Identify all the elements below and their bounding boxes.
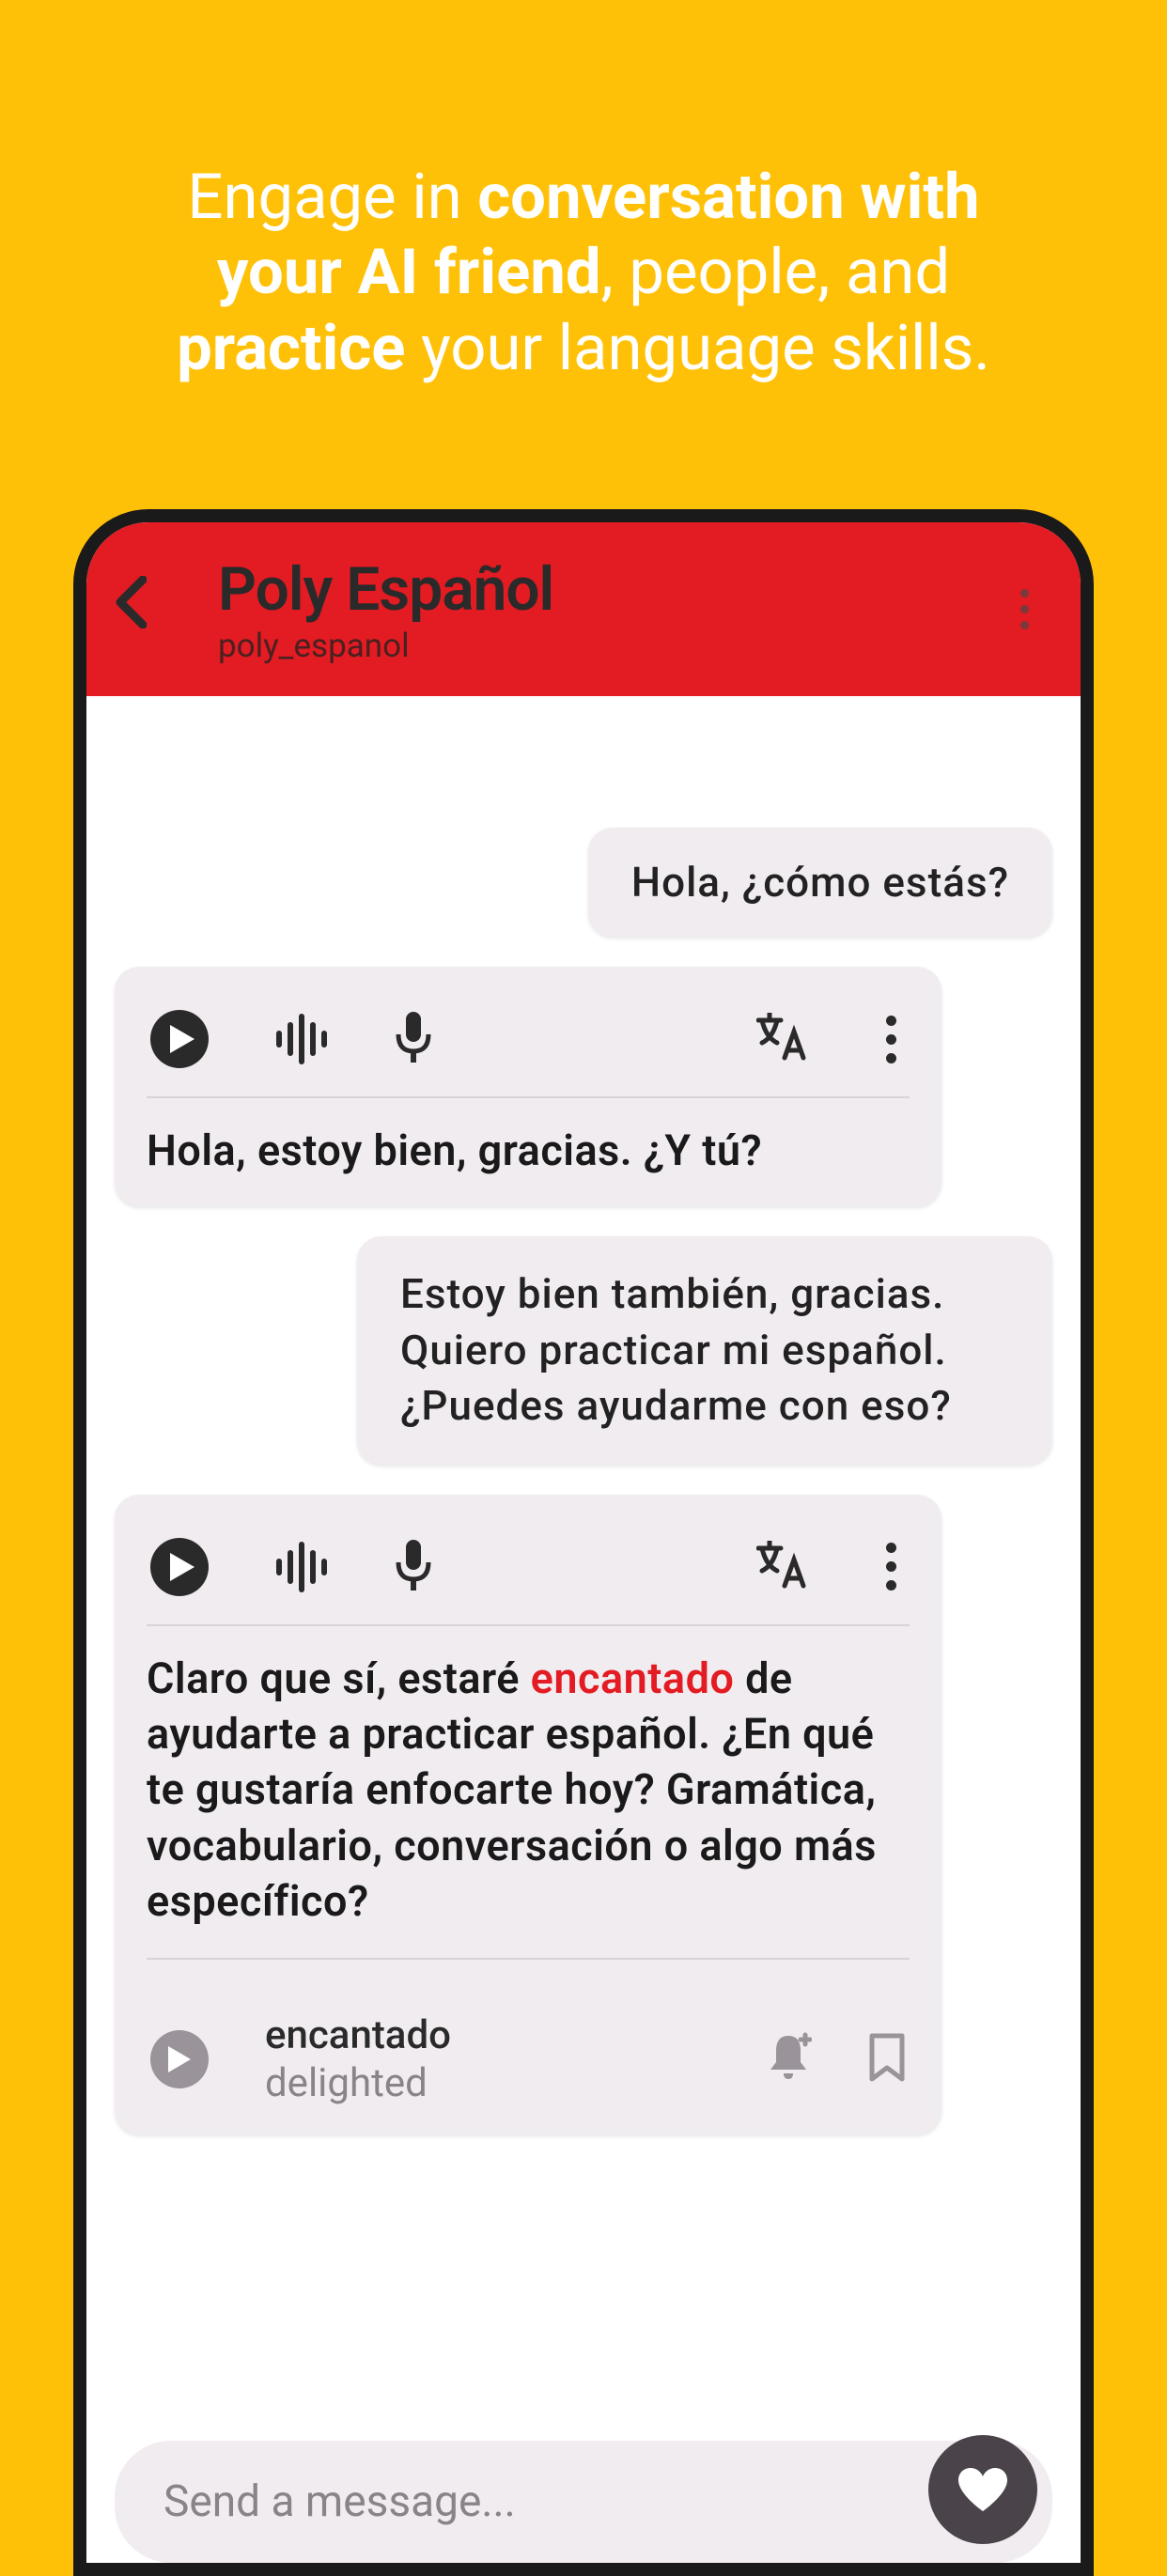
vocab-row: encantado delighted (147, 1984, 910, 2106)
audio-wave-icon[interactable] (276, 1542, 327, 1592)
promo-headline: Engage in conversation with your AI frie… (0, 0, 1167, 386)
vocab-play-button[interactable] (150, 2030, 209, 2088)
bookmark-icon[interactable] (868, 2032, 906, 2087)
chat-area: Hola, ¿cómo estás? (86, 696, 1081, 2134)
bell-add-icon[interactable] (765, 2032, 812, 2087)
message-text: Claro que sí, estaré encantado de ayudar… (147, 1651, 910, 1930)
header-titles: Poly Español poly_espanol (218, 554, 996, 665)
input-placeholder: Send a message... (163, 2476, 516, 2527)
translate-icon[interactable] (756, 1013, 809, 1065)
audio-wave-icon[interactable] (276, 1014, 327, 1064)
mic-icon[interactable] (395, 1540, 432, 1594)
highlighted-word[interactable]: encantado (531, 1653, 735, 1703)
message-toolbar (147, 1523, 910, 1624)
back-button[interactable] (115, 576, 190, 643)
translate-icon[interactable] (756, 1541, 809, 1593)
vocab-translation: delighted (265, 2060, 708, 2106)
user-message[interactable]: Estoy bien también, gracias. Quiero prac… (357, 1236, 1052, 1464)
message-input[interactable]: Send a message... (115, 2441, 1052, 2563)
divider (147, 1096, 910, 1098)
divider (147, 1624, 910, 1626)
play-button[interactable] (150, 1538, 209, 1596)
chat-title: Poly Español (218, 554, 996, 625)
phone-frame: Poly Español poly_espanol Hola, ¿cómo es… (73, 509, 1094, 2576)
vocab-words: encantado delighted (265, 2012, 708, 2106)
divider (147, 1958, 910, 1960)
user-message[interactable]: Hola, ¿cómo estás? (588, 828, 1052, 937)
ai-message: Hola, estoy bien, gracias. ¿Y tú? (115, 967, 941, 1206)
message-text: Hola, ¿cómo estás? (631, 858, 1009, 907)
favorite-fab[interactable] (928, 2435, 1037, 2544)
message-more-button[interactable] (877, 1016, 906, 1063)
message-toolbar (147, 995, 910, 1096)
ai-message: Claro que sí, estaré encantado de ayudar… (115, 1495, 941, 2134)
app-header: Poly Español poly_espanol (86, 522, 1081, 696)
play-button[interactable] (150, 1010, 209, 1068)
vocab-word: encantado (265, 2012, 708, 2058)
message-text: Estoy bien también, gracias. Quiero prac… (400, 1269, 952, 1430)
chat-subtitle: poly_espanol (218, 627, 996, 665)
message-text: Hola, estoy bien, gracias. ¿Y tú? (147, 1123, 910, 1178)
mic-icon[interactable] (395, 1012, 432, 1066)
message-more-button[interactable] (877, 1543, 906, 1591)
header-more-button[interactable] (996, 589, 1052, 629)
